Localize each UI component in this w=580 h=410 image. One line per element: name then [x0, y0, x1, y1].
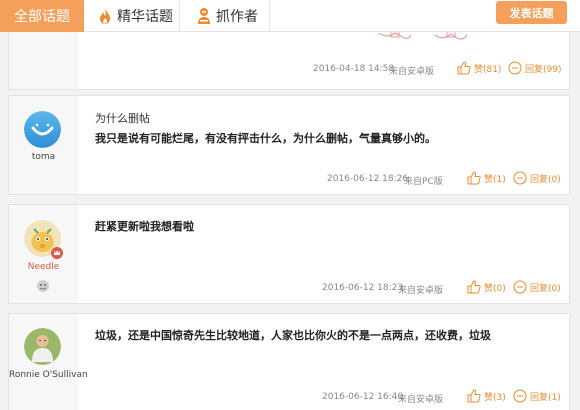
thumbs-up-icon [467, 280, 481, 294]
like-button[interactable]: 赞(3) [467, 389, 506, 403]
tab-grab-author-label: 抓作者 [216, 9, 258, 25]
reply-count: 回复(0) [530, 174, 561, 185]
flame-icon [100, 8, 110, 24]
tab-all-topics-label: 全部话题 [14, 9, 70, 25]
reply-icon [513, 280, 527, 294]
author-name[interactable]: Needle [9, 262, 78, 272]
like-button[interactable]: 赞(0) [467, 280, 506, 294]
like-count: 赞(3) [484, 392, 506, 403]
tab-essence-topics-label: 精华话题 [117, 9, 173, 25]
reply-icon [513, 171, 527, 185]
avatar[interactable] [24, 328, 61, 365]
reply-button[interactable]: 回复(0) [513, 280, 561, 294]
tab-essence-topics[interactable]: 精华话题 [84, 0, 180, 32]
crown-badge-icon [51, 247, 63, 259]
post-body: 赶紧更新啦我想看啦 [95, 220, 194, 233]
reply-button[interactable]: 回复(99) [508, 61, 561, 75]
post-date: 2016-06-12 18:23 [322, 283, 404, 293]
level-badge-icon [37, 280, 49, 292]
like-count: 赞(1) [484, 174, 506, 185]
top-nav-bar: 全部话题 精华话题 抓作者 发表话题 [0, 0, 580, 32]
new-topic-button[interactable]: 发表话题 [496, 1, 567, 24]
post-body: 垃圾，还是中国惊奇先生比较地道，人家也比你火的不是一点两点，还收费，垃圾 [95, 329, 491, 342]
post-date: 2016-04-18 14:58 [313, 64, 395, 74]
post-source: 来自安卓版 [398, 395, 444, 405]
post-card: toma 为什么删帖 我只是说有可能烂尾，有没有抨击什么，为什么删帖，气量真够小… [8, 95, 570, 195]
thumbs-up-icon [467, 389, 481, 403]
like-button[interactable]: 赞(1) [467, 171, 506, 185]
like-count: 赞(0) [484, 283, 506, 294]
post-title[interactable]: 为什么删帖 [95, 110, 150, 126]
post-card: Needle 赶紧更新啦我想看啦 2016-06-12 18:23 来自安卓版 … [8, 204, 570, 304]
grabber-icon [198, 8, 210, 24]
post-source: 来自PC版 [404, 177, 443, 187]
author-name[interactable]: Ronnie O'Sullivan [9, 370, 88, 380]
reply-button[interactable]: 回复(1) [513, 389, 561, 403]
thumbs-up-icon [457, 61, 471, 75]
avatar[interactable] [24, 111, 61, 148]
like-count: 赞(81) [474, 64, 502, 75]
post-source: 来自安卓版 [389, 67, 435, 77]
post-body: 我只是说有可能烂尾，有没有抨击什么，为什么删帖，气量真够小的。 [95, 132, 436, 145]
post-date: 2016-06-12 16:40 [322, 392, 404, 402]
reply-icon [508, 61, 522, 75]
post-card: Ronnie O'Sullivan 垃圾，还是中国惊奇先生比较地道，人家也比你火… [8, 313, 570, 410]
tab-grab-author[interactable]: 抓作者 [180, 0, 270, 32]
post-date: 2016-06-12 18:26 [327, 174, 409, 184]
thumbs-up-icon [467, 171, 481, 185]
reply-count: 回复(99) [525, 64, 562, 75]
reply-count: 回复(0) [530, 283, 561, 294]
reply-icon [513, 389, 527, 403]
post-source: 来自安卓版 [398, 286, 444, 296]
like-button[interactable]: 赞(81) [457, 61, 501, 75]
reply-count: 回复(1) [530, 392, 561, 403]
author-name[interactable]: toma [9, 152, 78, 162]
tab-all-topics[interactable]: 全部话题 [0, 0, 84, 32]
reply-button[interactable]: 回复(0) [513, 171, 561, 185]
